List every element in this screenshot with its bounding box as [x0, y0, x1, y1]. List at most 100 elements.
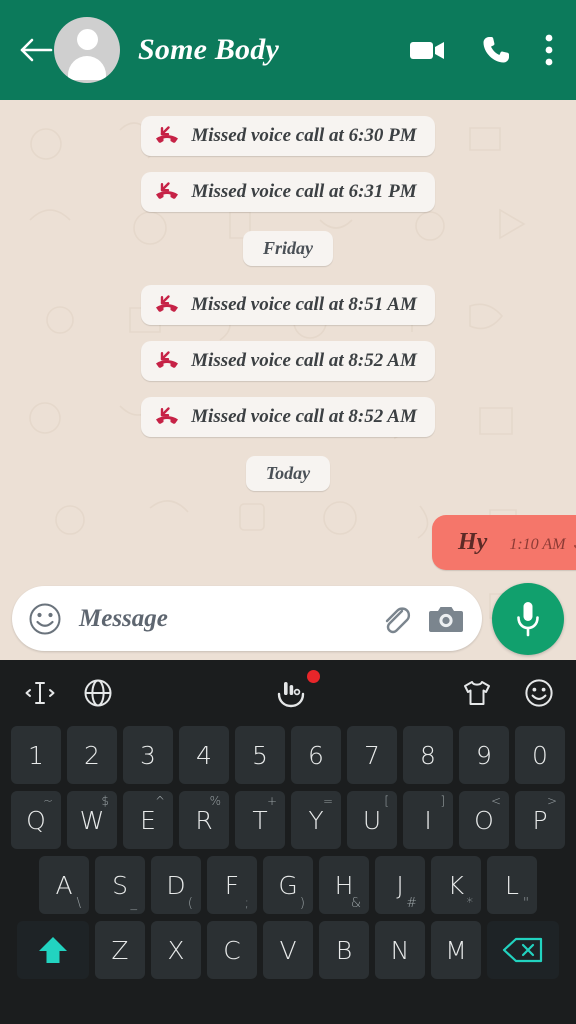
- key-9[interactable]: 9: [459, 726, 509, 784]
- key-label: A: [55, 870, 73, 900]
- message-timestamp: 1:10 AM: [509, 536, 566, 553]
- key-label: B: [335, 935, 353, 965]
- keyboard-emoji-button[interactable]: [517, 674, 561, 712]
- emoji-smiley-icon: [29, 603, 61, 634]
- key-7[interactable]: 7: [347, 726, 397, 784]
- key-m[interactable]: M: [431, 921, 481, 979]
- key-label: J: [396, 870, 404, 900]
- key-label: 1: [28, 740, 44, 770]
- gesture-typing-button[interactable]: [266, 670, 320, 714]
- cursor-control-button[interactable]: [18, 674, 62, 712]
- key-b[interactable]: B: [319, 921, 369, 979]
- key-x[interactable]: X: [151, 921, 201, 979]
- key-label: N: [390, 935, 410, 965]
- key-k[interactable]: * K: [431, 856, 481, 914]
- key-alt-label: <: [490, 794, 501, 808]
- key-r[interactable]: % R: [179, 791, 229, 849]
- voice-record-button[interactable]: [492, 582, 564, 655]
- camera-icon: [429, 606, 463, 632]
- key-l[interactable]: " L: [487, 856, 537, 914]
- avatar-body-shape: [68, 56, 106, 80]
- camera-button[interactable]: [428, 604, 464, 634]
- key-i[interactable]: ] I: [403, 791, 453, 849]
- missed-call-entry[interactable]: Missed voice call at 8:51 AM: [141, 285, 435, 325]
- hand-gesture-icon: [277, 682, 305, 708]
- attach-button[interactable]: [378, 602, 412, 636]
- key-alt-label: \: [76, 896, 81, 911]
- voice-call-button[interactable]: [480, 34, 512, 66]
- key-3[interactable]: 3: [123, 726, 173, 784]
- message-text: Hy: [458, 529, 488, 555]
- chat-message-list[interactable]: Missed voice call at 6:30 PM Missed voic…: [0, 100, 576, 660]
- key-label: I: [424, 805, 432, 835]
- key-y[interactable]: = Y: [291, 791, 341, 849]
- missed-call-entry[interactable]: Missed voice call at 6:30 PM: [141, 116, 435, 156]
- key-label: 2: [84, 740, 100, 770]
- key-6[interactable]: 6: [291, 726, 341, 784]
- back-button[interactable]: [14, 28, 58, 72]
- overflow-menu-button[interactable]: [544, 33, 554, 67]
- outgoing-message-bubble[interactable]: Hy 1:10 AM: [432, 515, 576, 570]
- missed-call-entry[interactable]: Missed voice call at 8:52 AM: [141, 397, 435, 437]
- missed-call-icon: [156, 407, 179, 424]
- contact-name[interactable]: Some Body: [138, 33, 376, 67]
- key-e[interactable]: ^ E: [123, 791, 173, 849]
- message-input-container[interactable]: Message: [12, 586, 482, 651]
- key-label: 5: [252, 740, 268, 770]
- key-v[interactable]: V: [263, 921, 313, 979]
- key-label: 6: [308, 740, 324, 770]
- keyboard-theme-button[interactable]: [455, 674, 499, 712]
- keyboard-row-top: ~ Q $ W ^ E % R + T = Y [U ] I < O > P: [0, 791, 576, 849]
- key-g[interactable]: ) G: [263, 856, 313, 914]
- key-alt-label: ): [299, 896, 305, 911]
- key-d[interactable]: (D: [151, 856, 201, 914]
- missed-call-icon: [156, 126, 179, 143]
- key-p[interactable]: > P: [515, 791, 565, 849]
- key-u[interactable]: [U: [347, 791, 397, 849]
- key-label: R: [195, 805, 213, 835]
- emoji-button[interactable]: [28, 602, 62, 636]
- globe-icon: [84, 679, 112, 707]
- missed-call-entry[interactable]: Missed voice call at 6:31 PM: [141, 172, 435, 212]
- key-4[interactable]: 4: [179, 726, 229, 784]
- video-call-icon: [410, 42, 444, 59]
- key-5[interactable]: 5: [235, 726, 285, 784]
- key-t[interactable]: + T: [235, 791, 285, 849]
- avatar[interactable]: [54, 17, 120, 83]
- key-j[interactable]: # J: [375, 856, 425, 914]
- microphone-icon: [517, 601, 539, 636]
- key-0[interactable]: 0: [515, 726, 565, 784]
- key-label: 4: [196, 740, 212, 770]
- key-c[interactable]: C: [207, 921, 257, 979]
- key-8[interactable]: 8: [403, 726, 453, 784]
- paperclip-icon: [385, 606, 411, 633]
- key-1[interactable]: 1: [11, 726, 61, 784]
- key-alt-label: ;: [244, 896, 249, 911]
- key-o[interactable]: < O: [459, 791, 509, 849]
- key-a[interactable]: \ A: [39, 856, 89, 914]
- backspace-key[interactable]: [487, 921, 559, 979]
- missed-call-entry[interactable]: Missed voice call at 8:52 AM: [141, 341, 435, 381]
- key-alt-label: *: [466, 896, 474, 911]
- key-z[interactable]: Z: [95, 921, 145, 979]
- key-n[interactable]: N: [375, 921, 425, 979]
- key-label: O: [474, 805, 494, 835]
- keyboard-row-bottom: Z X C V B N M: [0, 921, 576, 979]
- video-call-button[interactable]: [408, 36, 448, 64]
- shift-key[interactable]: [17, 921, 89, 979]
- key-h[interactable]: & H: [319, 856, 369, 914]
- key-f[interactable]: ; F: [207, 856, 257, 914]
- key-label: 9: [476, 740, 492, 770]
- on-screen-keyboard: 1 2 3 4 5 6 7 8 9 0 ~ Q $ W ^ E % R + T = Y [U…: [0, 660, 576, 1024]
- key-2[interactable]: 2: [67, 726, 117, 784]
- back-arrow-icon: [20, 38, 53, 62]
- key-w[interactable]: $ W: [67, 791, 117, 849]
- key-label: T: [252, 805, 268, 835]
- key-alt-label: &: [350, 896, 361, 911]
- key-q[interactable]: ~ Q: [11, 791, 61, 849]
- message-input-placeholder[interactable]: Message: [79, 605, 362, 633]
- language-switch-button[interactable]: [76, 674, 120, 712]
- key-alt-label: ]: [440, 794, 445, 808]
- key-s[interactable]: _ S: [95, 856, 145, 914]
- phone-screen: Some Body Missed voice call at 6:30 PM M…: [0, 0, 576, 1024]
